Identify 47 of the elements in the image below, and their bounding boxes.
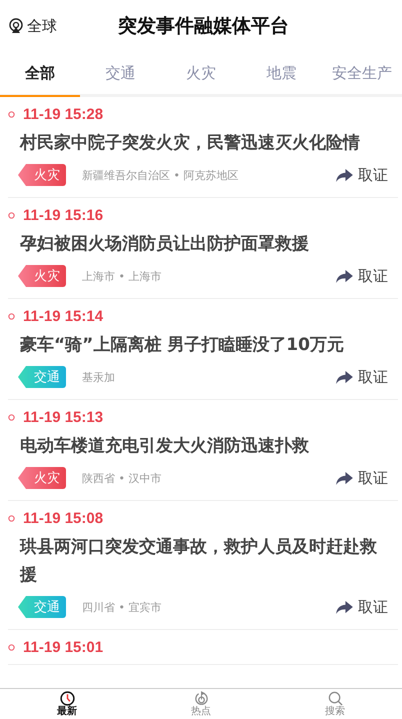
category-tag: 火灾 (18, 265, 66, 287)
share-arrow-icon (336, 370, 353, 384)
bottom-nav-item[interactable]: 热点 (134, 689, 268, 719)
news-time: 11-19 15:13 (23, 408, 104, 426)
news-time: 11-19 15:01 (23, 638, 104, 656)
share-arrow-icon (336, 168, 353, 182)
timeline-dot-icon (8, 312, 15, 320)
location-text: 基汞加 (82, 370, 116, 384)
evidence-button[interactable]: 取证 (336, 368, 388, 386)
news-time: 11-19 15:16 (23, 206, 104, 224)
news-title[interactable]: 村民家中院子突发火灾，民警迅速灭火化险情 (20, 129, 388, 157)
evidence-button[interactable]: 取证 (336, 468, 388, 488)
timeline-dot-icon (8, 110, 15, 118)
evidence-button[interactable]: 取证 (336, 266, 388, 286)
timeline-dot-icon (8, 644, 15, 650)
share-arrow-icon (336, 600, 353, 614)
news-time: 11-19 15:28 (23, 106, 104, 122)
location-text: 陕西省 • 汉中市 (82, 470, 162, 486)
category-tag: 火灾 (18, 467, 66, 489)
news-title[interactable]: 孕妇被困火场消防员让出防护面罩救援 (20, 230, 388, 258)
category-tag: 交通 (18, 596, 66, 618)
category-tag: 交通 (18, 366, 66, 388)
evidence-button[interactable]: 取证 (336, 166, 388, 184)
category-tab[interactable]: 全部 (0, 52, 80, 97)
news-time: 11-19 15:08 (23, 510, 104, 526)
app-title: 突发事件融媒体平台 (118, 14, 289, 39)
location-text: 新疆维吾尔自治区 • 阿克苏地区 (82, 168, 240, 182)
location-text: 四川省 • 宜宾市 (82, 600, 162, 614)
search-icon (328, 691, 342, 706)
location-text: 上海市 • 上海市 (82, 268, 162, 284)
news-time: 11-19 15:14 (23, 308, 104, 324)
clock-icon (60, 691, 74, 706)
timeline-dot-icon (8, 212, 15, 218)
share-arrow-icon (336, 472, 353, 484)
news-title[interactable]: 电动车楼道充电引发大火消防迅速扑救 (20, 432, 388, 460)
flag-target-icon (194, 691, 208, 706)
bottom-nav-item[interactable]: 搜索 (268, 689, 402, 719)
category-tag: 火灾 (18, 164, 66, 186)
timeline-dot-icon (8, 514, 15, 522)
region-label[interactable]: 全球 (27, 16, 57, 36)
location-icon[interactable] (8, 18, 24, 34)
evidence-button[interactable]: 取证 (336, 598, 388, 616)
timeline-dot-icon (8, 414, 15, 420)
news-title[interactable]: 豪车“骑”上隔离桩 男子打瞌睡没了10万元 (20, 331, 388, 359)
bottom-nav-item[interactable]: 最新 (0, 689, 134, 719)
news-title[interactable]: 珙县两河口突发交通事故，救护人员及时赶赴救援 (20, 533, 388, 589)
share-arrow-icon (336, 270, 353, 282)
